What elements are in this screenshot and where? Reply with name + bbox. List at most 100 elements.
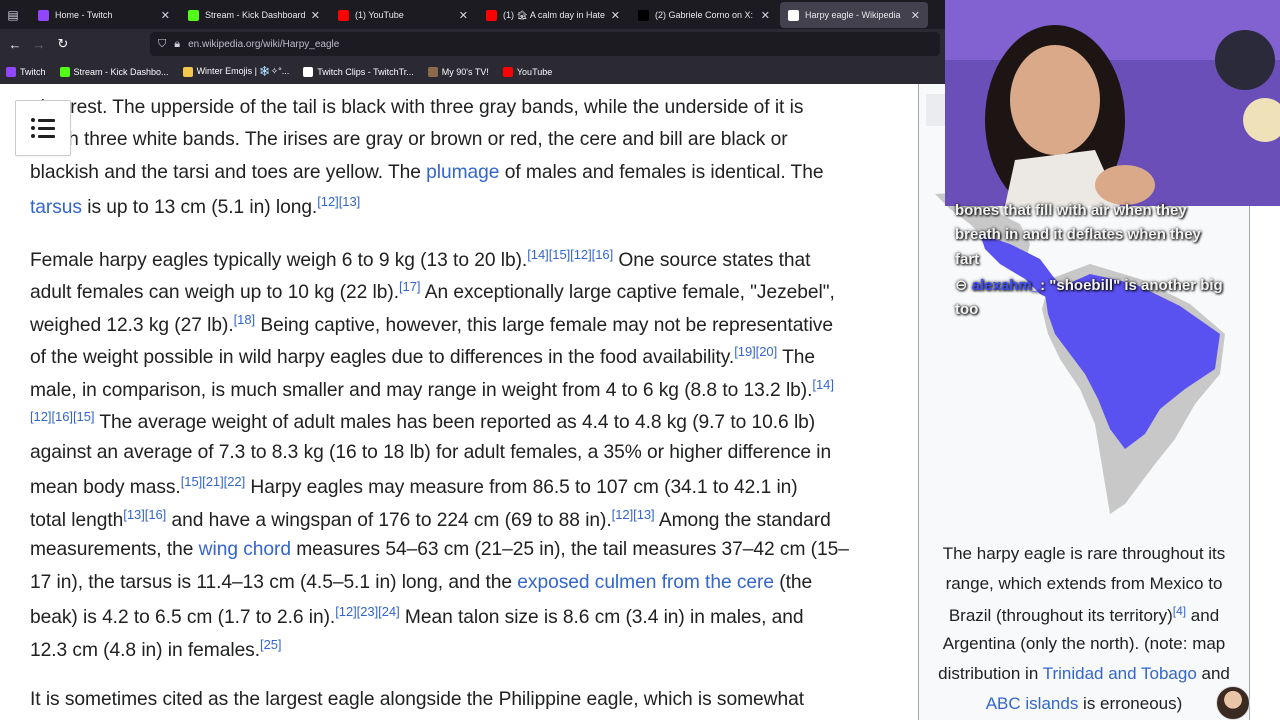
article-line: weighed 12.3 kg (27 lb).[18] Being capti… — [30, 312, 833, 337]
citation-link[interactable]: [14] — [812, 377, 834, 392]
citation-link[interactable]: [12][13] — [612, 507, 655, 522]
back-icon[interactable]: ← — [6, 35, 24, 53]
text-run: Argentina (only the north). (note: map — [942, 634, 1226, 653]
close-tab-icon[interactable]: ✕ — [761, 9, 770, 22]
article-line: adult females can weigh up to 10 kg (22 … — [30, 279, 835, 304]
citation-link[interactable]: [15][21][22] — [181, 474, 246, 489]
citation-link[interactable]: [13][16] — [123, 507, 166, 522]
close-tab-icon[interactable]: ✕ — [611, 9, 620, 22]
citation-link[interactable]: [12][23][24] — [335, 604, 400, 619]
text-run: An exceptionally large captive female, "… — [420, 282, 835, 303]
tab-favicon-icon — [338, 9, 349, 21]
table-of-contents-button[interactable] — [15, 100, 71, 156]
text-run: (the — [774, 572, 813, 593]
tab-title: (2) Gabriele Corno on X: "This B — [655, 10, 755, 20]
webcam-feed-image — [945, 0, 1280, 206]
article-line: male, in comparison, is much smaller and… — [30, 377, 834, 402]
url-text[interactable]: en.wikipedia.org/wiki/Harpy_eagle — [188, 39, 339, 50]
text-run: One source states that — [613, 250, 811, 271]
chat-badge-icon: ⊖ — [955, 277, 972, 294]
text-run: Brazil (throughout its territory) — [948, 606, 1173, 625]
tab[interactable]: (1) YouTube ✕ — [330, 2, 476, 28]
tab-favicon-icon — [638, 9, 649, 21]
bookmark-favicon-icon — [427, 66, 438, 77]
shield-icon[interactable]: ⛉ — [158, 38, 166, 51]
text-run: ple crest. The upperside of the tail is … — [30, 97, 804, 118]
text-run: adult females can weigh up to 10 kg (22 … — [30, 282, 399, 303]
text-run: measurements, the — [30, 539, 199, 560]
avatar — [1216, 686, 1250, 720]
text-run: is erroneous) — [1078, 694, 1183, 713]
tab[interactable]: Stream - Kick Dashboard ✕ — [180, 2, 328, 28]
text-run: Female harpy eagles typically weigh 6 to… — [30, 250, 528, 271]
bookmark-item[interactable]: Twitch Clips - TwitchTr... — [303, 66, 414, 77]
citation-link[interactable]: [17] — [399, 279, 421, 294]
tab-title: Home - Twitch — [55, 10, 113, 20]
reload-icon[interactable]: ↻ — [54, 35, 72, 53]
text-run: and — [1186, 606, 1220, 625]
bookmark-label: Twitch — [20, 66, 46, 77]
chat-line: too — [955, 301, 979, 318]
bookmark-item[interactable]: My 90's TV! — [427, 66, 489, 77]
text-run: mean body mass. — [30, 477, 181, 498]
text-run: distribution in — [938, 664, 1043, 683]
article-line: k with three white bands. The irises are… — [30, 129, 788, 151]
text-run: Harpy eagles may measure from 86.5 to 10… — [245, 477, 798, 498]
wiki-link[interactable]: tarsus — [30, 197, 82, 218]
article-line: beak) is 4.2 to 6.5 cm (1.7 to 2.6 in).[… — [30, 604, 804, 629]
bookmark-item[interactable]: Twitch — [6, 66, 46, 77]
tab[interactable]: (1) 🏚 A calm day in Hateno Vil ✕ — [478, 2, 628, 28]
citation-link[interactable]: [14][15][12][16] — [527, 247, 613, 262]
text-run: It is sometimes cited as the largest eag… — [30, 689, 804, 710]
bookmark-label: My 90's TV! — [441, 66, 489, 77]
url-bar[interactable]: ⛉ 🔒︎ en.wikipedia.org/wiki/Harpy_eagle — [150, 32, 940, 56]
wiki-link[interactable]: wing chord — [199, 539, 291, 560]
close-tab-icon[interactable]: ✕ — [911, 9, 920, 22]
citation-link[interactable]: [12][16][15] — [30, 409, 95, 424]
text-run: of males and females is identical. The — [499, 162, 824, 183]
close-tab-icon[interactable]: ✕ — [459, 9, 468, 22]
citation-link[interactable]: [19][20] — [734, 344, 777, 359]
bookmark-item[interactable]: Winter Emojis | ❄️✧°... — [182, 66, 290, 77]
wiki-link[interactable]: exposed culmen from the cere — [517, 572, 774, 593]
bookmark-item[interactable]: Stream - Kick Dashbo... — [59, 66, 169, 77]
wiki-link[interactable]: ABC islands — [986, 694, 1079, 713]
text-run: is up to 13 cm (5.1 in) long. — [81, 197, 318, 218]
text-run: k with three white bands. The irises are… — [30, 129, 788, 150]
close-tab-icon[interactable]: ✕ — [311, 9, 320, 22]
webcam-overlay — [945, 0, 1280, 206]
article-line: [12][16][15] The average weight of adult… — [30, 409, 815, 434]
chat-username: alexahm_ — [971, 277, 1041, 294]
article-line: of the weight possible in wild harpy eag… — [30, 344, 815, 369]
article-line: It is sometimes cited as the largest eag… — [30, 689, 804, 711]
bookmark-label: Stream - Kick Dashbo... — [73, 66, 169, 77]
tab[interactable]: (2) Gabriele Corno on X: "This B ✕ — [630, 2, 778, 28]
citation-link[interactable]: [4] — [1173, 604, 1186, 618]
tab[interactable]: Home - Twitch ✕ — [30, 2, 178, 28]
citation-link[interactable]: [25] — [260, 637, 282, 652]
wiki-link[interactable]: Trinidad and Tobago — [1043, 664, 1197, 683]
text-run: measures 54–63 cm (21–25 in), the tail m… — [290, 539, 849, 560]
wiki-link[interactable]: plumage — [426, 162, 499, 183]
tab-list-icon[interactable]: ▤ — [4, 6, 22, 24]
bookmark-label: Winter Emojis | ❄️✧°... — [196, 66, 290, 76]
article-line: mean body mass.[15][21][22] Harpy eagles… — [30, 474, 798, 499]
article-line: 12.3 cm (4.8 in) in females.[25] — [30, 637, 282, 662]
text-run: total length — [30, 510, 124, 531]
chat-line: bones that fill with air when they — [955, 202, 1187, 219]
bookmark-item[interactable]: YouTube — [502, 66, 552, 77]
close-tab-icon[interactable]: ✕ — [161, 9, 170, 22]
text-run: weighed 12.3 kg (27 lb). — [30, 315, 234, 336]
forward-icon[interactable]: → — [30, 35, 48, 53]
text-run: of the weight possible in wild harpy eag… — [30, 347, 735, 368]
text-run: beak) is 4.2 to 6.5 cm (1.7 to 2.6 in). — [30, 607, 336, 628]
chat-line: fart — [955, 251, 980, 268]
text-run: Being captive, however, this large femal… — [255, 315, 833, 336]
tab[interactable]: Harpy eagle - Wikipedia ✕ — [780, 2, 928, 28]
citation-link[interactable]: [18] — [234, 312, 256, 327]
lock-icon[interactable]: 🔒︎ — [174, 38, 180, 51]
caption-line: range, which extends from Mexico to — [918, 574, 1250, 594]
citation-link[interactable]: [12][13] — [317, 194, 360, 209]
bookmark-favicon-icon — [6, 66, 16, 77]
chat-message: ⊖ alexahm_: "shoebill" is another big — [955, 276, 1223, 294]
